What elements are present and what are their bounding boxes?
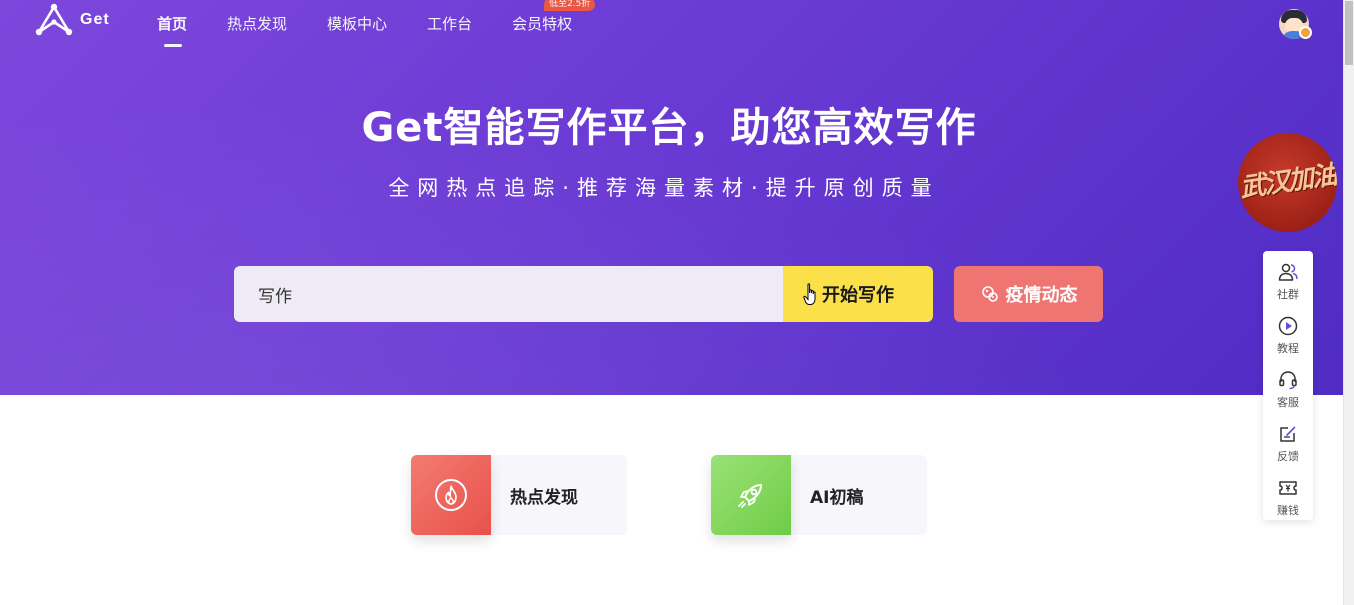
sidebar-item-label: 教程 — [1277, 342, 1299, 355]
nav-item-label: 工作台 — [427, 15, 473, 33]
nav-item-label: 模板中心 — [327, 15, 388, 33]
nav-item-label: 热点发现 — [227, 15, 288, 33]
sidebar-item-earn[interactable]: 赚钱 — [1263, 471, 1313, 521]
community-icon — [1278, 263, 1298, 281]
start-writing-label: 开始写作 — [822, 285, 894, 306]
nav-item-label: 会员特权 — [512, 15, 573, 33]
covid-news-label: 疫情动态 — [1005, 285, 1078, 306]
sidebar-item-label: 社群 — [1277, 288, 1299, 301]
sidebar-item-label: 客服 — [1277, 396, 1299, 409]
headset-icon — [1279, 371, 1297, 390]
hot-discovery-card[interactable]: 热点发现 — [411, 455, 627, 535]
play-circle-icon — [1278, 316, 1298, 336]
hero-subtitle: 全网热点追踪·推荐海量素材·提升原创质量 — [388, 176, 940, 200]
sidebar-item-support[interactable]: 客服 — [1263, 363, 1313, 413]
nav-item-workbench[interactable]: 工作台 — [427, 12, 472, 36]
scrollbar-thumb[interactable] — [1345, 1, 1353, 65]
sidebar-item-feedback[interactable]: 反馈 — [1263, 417, 1313, 467]
card-label: 热点发现 — [510, 487, 578, 508]
sidebar-item-label: 赚钱 — [1277, 504, 1299, 517]
nav-item-hot-discovery[interactable]: 热点发现 — [227, 12, 287, 36]
search-input[interactable] — [258, 284, 738, 304]
hand-cursor-icon — [803, 283, 816, 305]
rocket-icon — [738, 484, 762, 508]
covid-news-button[interactable]: 疫情动态 — [954, 266, 1103, 322]
nav-item-vip[interactable]: 会员特权 低至2.5折 — [512, 0, 596, 36]
nav-item-label: 首页 — [157, 15, 188, 33]
side-toolbar: 社群 教程 客服 反馈 赚钱 — [1263, 251, 1313, 520]
sidebar-item-community[interactable]: 社群 — [1263, 255, 1313, 305]
card-label: AI初稿 — [810, 487, 864, 508]
logo-icon — [35, 3, 73, 36]
virus-icon — [981, 286, 998, 302]
hero-title: Get智能写作平台，助您高效写作 — [361, 105, 977, 151]
earn-ticket-icon — [1279, 481, 1297, 495]
nav-item-home[interactable]: 首页 — [157, 12, 188, 47]
vip-status-icon — [1299, 26, 1312, 39]
vip-discount-badge: 低至2.5折 — [544, 0, 596, 11]
search-box — [234, 266, 783, 322]
page-scrollbar[interactable] — [1343, 0, 1354, 605]
sidebar-item-label: 反馈 — [1277, 450, 1299, 463]
active-nav-indicator — [164, 44, 182, 47]
sidebar-item-tutorial[interactable]: 教程 — [1263, 309, 1313, 359]
logo[interactable]: Get — [34, 2, 110, 38]
top-nav: 首页 热点发现 模板中心 工作台 会员特权 低至2.5折 — [157, 0, 612, 47]
nav-item-template-center[interactable]: 模板中心 — [327, 12, 387, 36]
edit-note-icon — [1280, 426, 1296, 442]
logo-text: Get — [80, 11, 110, 28]
flame-icon — [445, 485, 457, 505]
ai-draft-card[interactable]: AI初稿 — [711, 455, 927, 535]
